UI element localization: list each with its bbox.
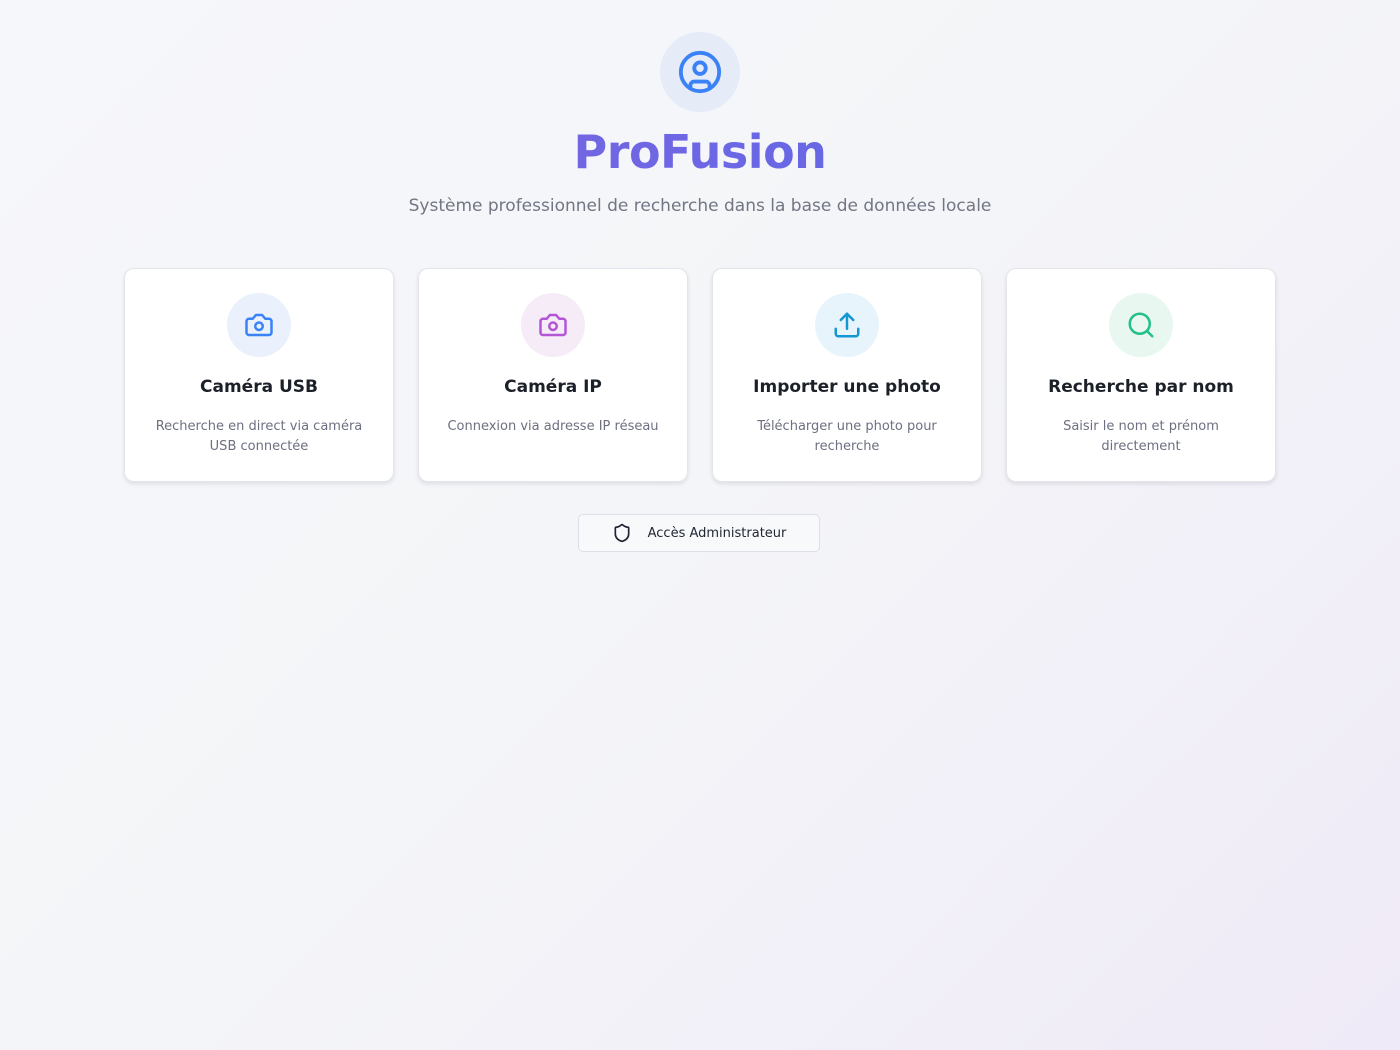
shield-icon	[612, 523, 632, 543]
card-icon-badge	[1109, 293, 1173, 357]
camera-icon	[245, 313, 273, 337]
card-title: Recherche par nom	[1048, 377, 1234, 397]
card-description: Connexion via adresse IP réseau	[447, 419, 659, 434]
card-icon-badge	[815, 293, 879, 357]
upload-icon	[834, 312, 860, 338]
card-icon-badge	[521, 293, 585, 357]
card-title: Importer une photo	[753, 377, 941, 397]
card-ip-camera[interactable]: Caméra IP Connexion via adresse IP résea…	[418, 268, 688, 482]
user-circle-icon	[678, 50, 722, 94]
card-icon-badge	[227, 293, 291, 357]
camera-icon	[539, 313, 567, 337]
page-subtitle: Système professionnel de recherche dans …	[408, 196, 992, 216]
logo-badge	[660, 32, 740, 112]
card-search-by-name[interactable]: Recherche par nom Saisir le nom et préno…	[1006, 268, 1276, 482]
admin-access-label: Accès Administrateur	[647, 525, 787, 541]
card-import-photo[interactable]: Importer une photo Télécharger une photo…	[712, 268, 982, 482]
app-root: ProFusion Système professionnel de reche…	[0, 0, 1400, 1050]
search-options-grid: Caméra USB Recherche en direct via camér…	[124, 268, 1276, 482]
card-description: Télécharger une photo pour recherche	[757, 419, 937, 454]
card-description: Saisir le nom et prénom directement	[1063, 419, 1219, 454]
search-icon	[1128, 312, 1154, 338]
card-title: Caméra USB	[200, 377, 318, 397]
page-title: ProFusion	[0, 122, 1400, 182]
card-title: Caméra IP	[504, 377, 602, 397]
admin-access-button[interactable]: Accès Administrateur	[578, 514, 820, 552]
card-usb-camera[interactable]: Caméra USB Recherche en direct via camér…	[124, 268, 394, 482]
card-description: Recherche en direct via caméra USB conne…	[155, 419, 363, 454]
